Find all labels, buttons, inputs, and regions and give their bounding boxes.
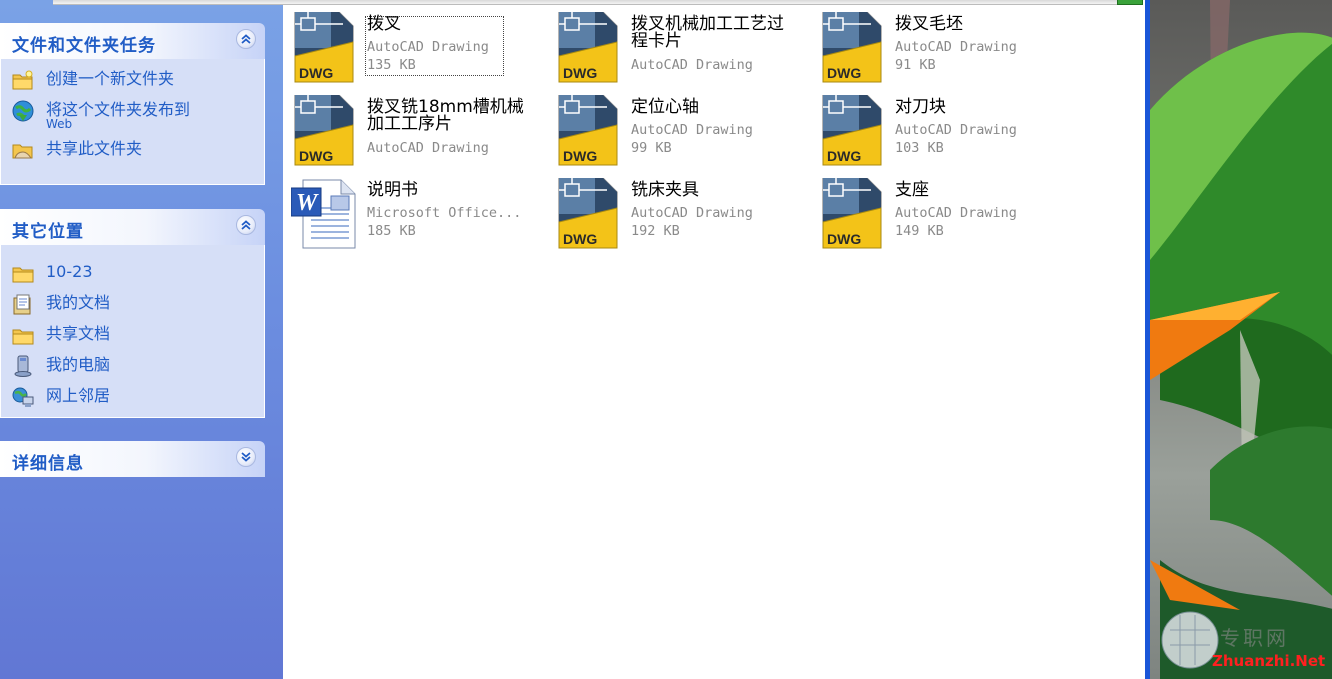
svg-text:DWG: DWG xyxy=(827,148,861,164)
share-folder-icon xyxy=(11,138,35,162)
file-item[interactable]: DWG 拨叉铣18mm槽机械加工工序片 AutoCAD Drawing xyxy=(283,83,543,166)
dwg-file-icon: DWG xyxy=(819,11,885,84)
place-network-label: 网上邻居 xyxy=(46,386,111,405)
desktop-wallpaper: Zhuanzhi.Net 专职网 xyxy=(1145,0,1332,679)
file-tasks-header[interactable]: 文件和文件夹任务 xyxy=(0,23,265,59)
svg-text:DWG: DWG xyxy=(563,231,597,247)
file-name: 拨叉机械加工工艺过程卡片 xyxy=(631,14,784,51)
file-name: 拨叉毛坯 xyxy=(895,14,963,34)
dwg-file-icon: DWG xyxy=(291,11,357,84)
file-name: 拨叉 xyxy=(367,14,401,34)
file-type: AutoCAD Drawing xyxy=(367,39,489,55)
other-places-header[interactable]: 其它位置 xyxy=(0,209,265,245)
place-network[interactable]: 网上邻居 xyxy=(1,382,264,413)
details-panel: 详细信息 xyxy=(0,441,265,477)
task-new-folder-label: 创建一个新文件夹 xyxy=(46,69,175,88)
place-my-documents[interactable]: 我的文档 xyxy=(1,289,264,320)
file-name: 对刀块 xyxy=(895,97,946,117)
file-size: 185 KB xyxy=(367,223,416,239)
folder-icon xyxy=(11,261,35,285)
file-name: 拨叉铣18mm槽机械加工工序片 xyxy=(367,97,524,134)
task-publish-web-label: 将这个文件夹发布到 Web xyxy=(46,100,191,131)
task-publish-web[interactable]: 将这个文件夹发布到 Web xyxy=(1,96,264,135)
go-button[interactable] xyxy=(1117,0,1143,5)
file-size: 135 KB xyxy=(367,57,416,73)
file-view[interactable]: DWG 拨叉 AutoCAD Drawing 135 KB DWG 拨叉机械加工… xyxy=(53,0,1145,679)
file-type: Microsoft Office... xyxy=(367,205,522,221)
file-type: AutoCAD Drawing xyxy=(895,205,1017,221)
file-size: 149 KB xyxy=(895,223,944,239)
watermark-text: Zhuanzhi.Net xyxy=(1212,652,1326,670)
details-title: 详细信息 xyxy=(12,454,84,474)
svg-text:DWG: DWG xyxy=(299,148,333,164)
other-places-title: 其它位置 xyxy=(12,222,84,242)
file-item[interactable]: DWG 拨叉毛坯 AutoCAD Drawing 91 KB xyxy=(811,0,1071,83)
file-name: 支座 xyxy=(895,180,929,200)
svg-text:DWG: DWG xyxy=(827,231,861,247)
file-tasks-panel: 文件和文件夹任务 创建一个新文件夹 将这个文件夹发布到 Web 共享此文件夹 xyxy=(0,23,265,185)
file-name: 说明书 xyxy=(367,180,418,200)
dwg-file-icon: DWG xyxy=(819,177,885,250)
bird-of-paradise-image xyxy=(1150,0,1332,679)
task-pane: 文件和文件夹任务 创建一个新文件夹 将这个文件夹发布到 Web 共享此文件夹 其… xyxy=(0,0,283,679)
task-share-folder[interactable]: 共享此文件夹 xyxy=(1,135,264,166)
task-new-folder[interactable]: 创建一个新文件夹 xyxy=(1,65,264,96)
expand-down-icon[interactable] xyxy=(236,447,256,467)
dwg-file-icon: DWG xyxy=(819,94,885,167)
new-folder-icon xyxy=(11,68,35,92)
task-share-folder-label: 共享此文件夹 xyxy=(46,139,143,158)
file-name: 定位心轴 xyxy=(631,97,699,117)
shared-folder-icon xyxy=(11,323,35,347)
file-item[interactable]: DWG 支座 AutoCAD Drawing 149 KB xyxy=(811,166,1071,249)
svg-text:DWG: DWG xyxy=(827,65,861,81)
place-my-computer[interactable]: 我的电脑 xyxy=(1,351,264,382)
my-documents-icon xyxy=(11,292,35,316)
file-item[interactable]: DWG 铣床夹具 AutoCAD Drawing 192 KB xyxy=(547,166,807,249)
place-my-computer-label: 我的电脑 xyxy=(46,355,111,374)
collapse-up-icon[interactable] xyxy=(236,29,256,49)
network-places-icon xyxy=(11,385,35,409)
file-type: AutoCAD Drawing xyxy=(367,140,489,156)
file-type: AutoCAD Drawing xyxy=(631,122,753,138)
file-tasks-body: 创建一个新文件夹 将这个文件夹发布到 Web 共享此文件夹 xyxy=(0,59,265,185)
place-10-23[interactable]: 10-23 xyxy=(1,258,264,289)
dwg-file-icon: DWG xyxy=(555,94,621,167)
file-size: 99 KB xyxy=(631,140,672,156)
file-tasks-title: 文件和文件夹任务 xyxy=(12,36,156,56)
other-places-body: 10-23 我的文档 共享文档 我的电脑 网上邻居 xyxy=(0,245,265,418)
file-size: 91 KB xyxy=(895,57,936,73)
place-shared-documents[interactable]: 共享文档 xyxy=(1,320,264,351)
dwg-file-icon: DWG xyxy=(291,94,357,167)
file-type: AutoCAD Drawing xyxy=(631,57,753,73)
file-type: AutoCAD Drawing xyxy=(895,122,1017,138)
place-shared-documents-label: 共享文档 xyxy=(46,324,111,343)
file-item[interactable]: DWG 拨叉机械加工工艺过程卡片 AutoCAD Drawing xyxy=(547,0,807,83)
svg-text:DWG: DWG xyxy=(563,65,597,81)
watermark-logo-text: 专职网 xyxy=(1220,626,1289,650)
word-document-icon: W xyxy=(290,178,357,250)
svg-text:W: W xyxy=(296,190,319,216)
file-type: AutoCAD Drawing xyxy=(895,39,1017,55)
details-header[interactable]: 详细信息 xyxy=(0,441,265,477)
my-computer-icon xyxy=(11,354,35,378)
file-name: 铣床夹具 xyxy=(631,180,699,200)
file-type: AutoCAD Drawing xyxy=(631,205,753,221)
dwg-file-icon: DWG xyxy=(555,11,621,84)
collapse-up-icon[interactable] xyxy=(236,215,256,235)
svg-text:DWG: DWG xyxy=(563,148,597,164)
file-size: 103 KB xyxy=(895,140,944,156)
other-places-panel: 其它位置 10-23 我的文档 共享文档 我的电脑 网上邻居 xyxy=(0,209,265,418)
file-item[interactable]: DWG 定位心轴 AutoCAD Drawing 99 KB xyxy=(547,83,807,166)
place-10-23-label: 10-23 xyxy=(46,262,93,281)
file-size: 192 KB xyxy=(631,223,680,239)
file-item[interactable]: DWG 拨叉 AutoCAD Drawing 135 KB xyxy=(283,0,543,83)
dwg-file-icon: DWG xyxy=(555,177,621,250)
file-item[interactable]: DWG 对刀块 AutoCAD Drawing 103 KB xyxy=(811,83,1071,166)
file-item[interactable]: W 说明书 Microsoft Office... 185 KB xyxy=(283,166,543,249)
place-my-documents-label: 我的文档 xyxy=(46,293,111,312)
svg-text:DWG: DWG xyxy=(299,65,333,81)
publish-web-icon xyxy=(11,99,35,123)
